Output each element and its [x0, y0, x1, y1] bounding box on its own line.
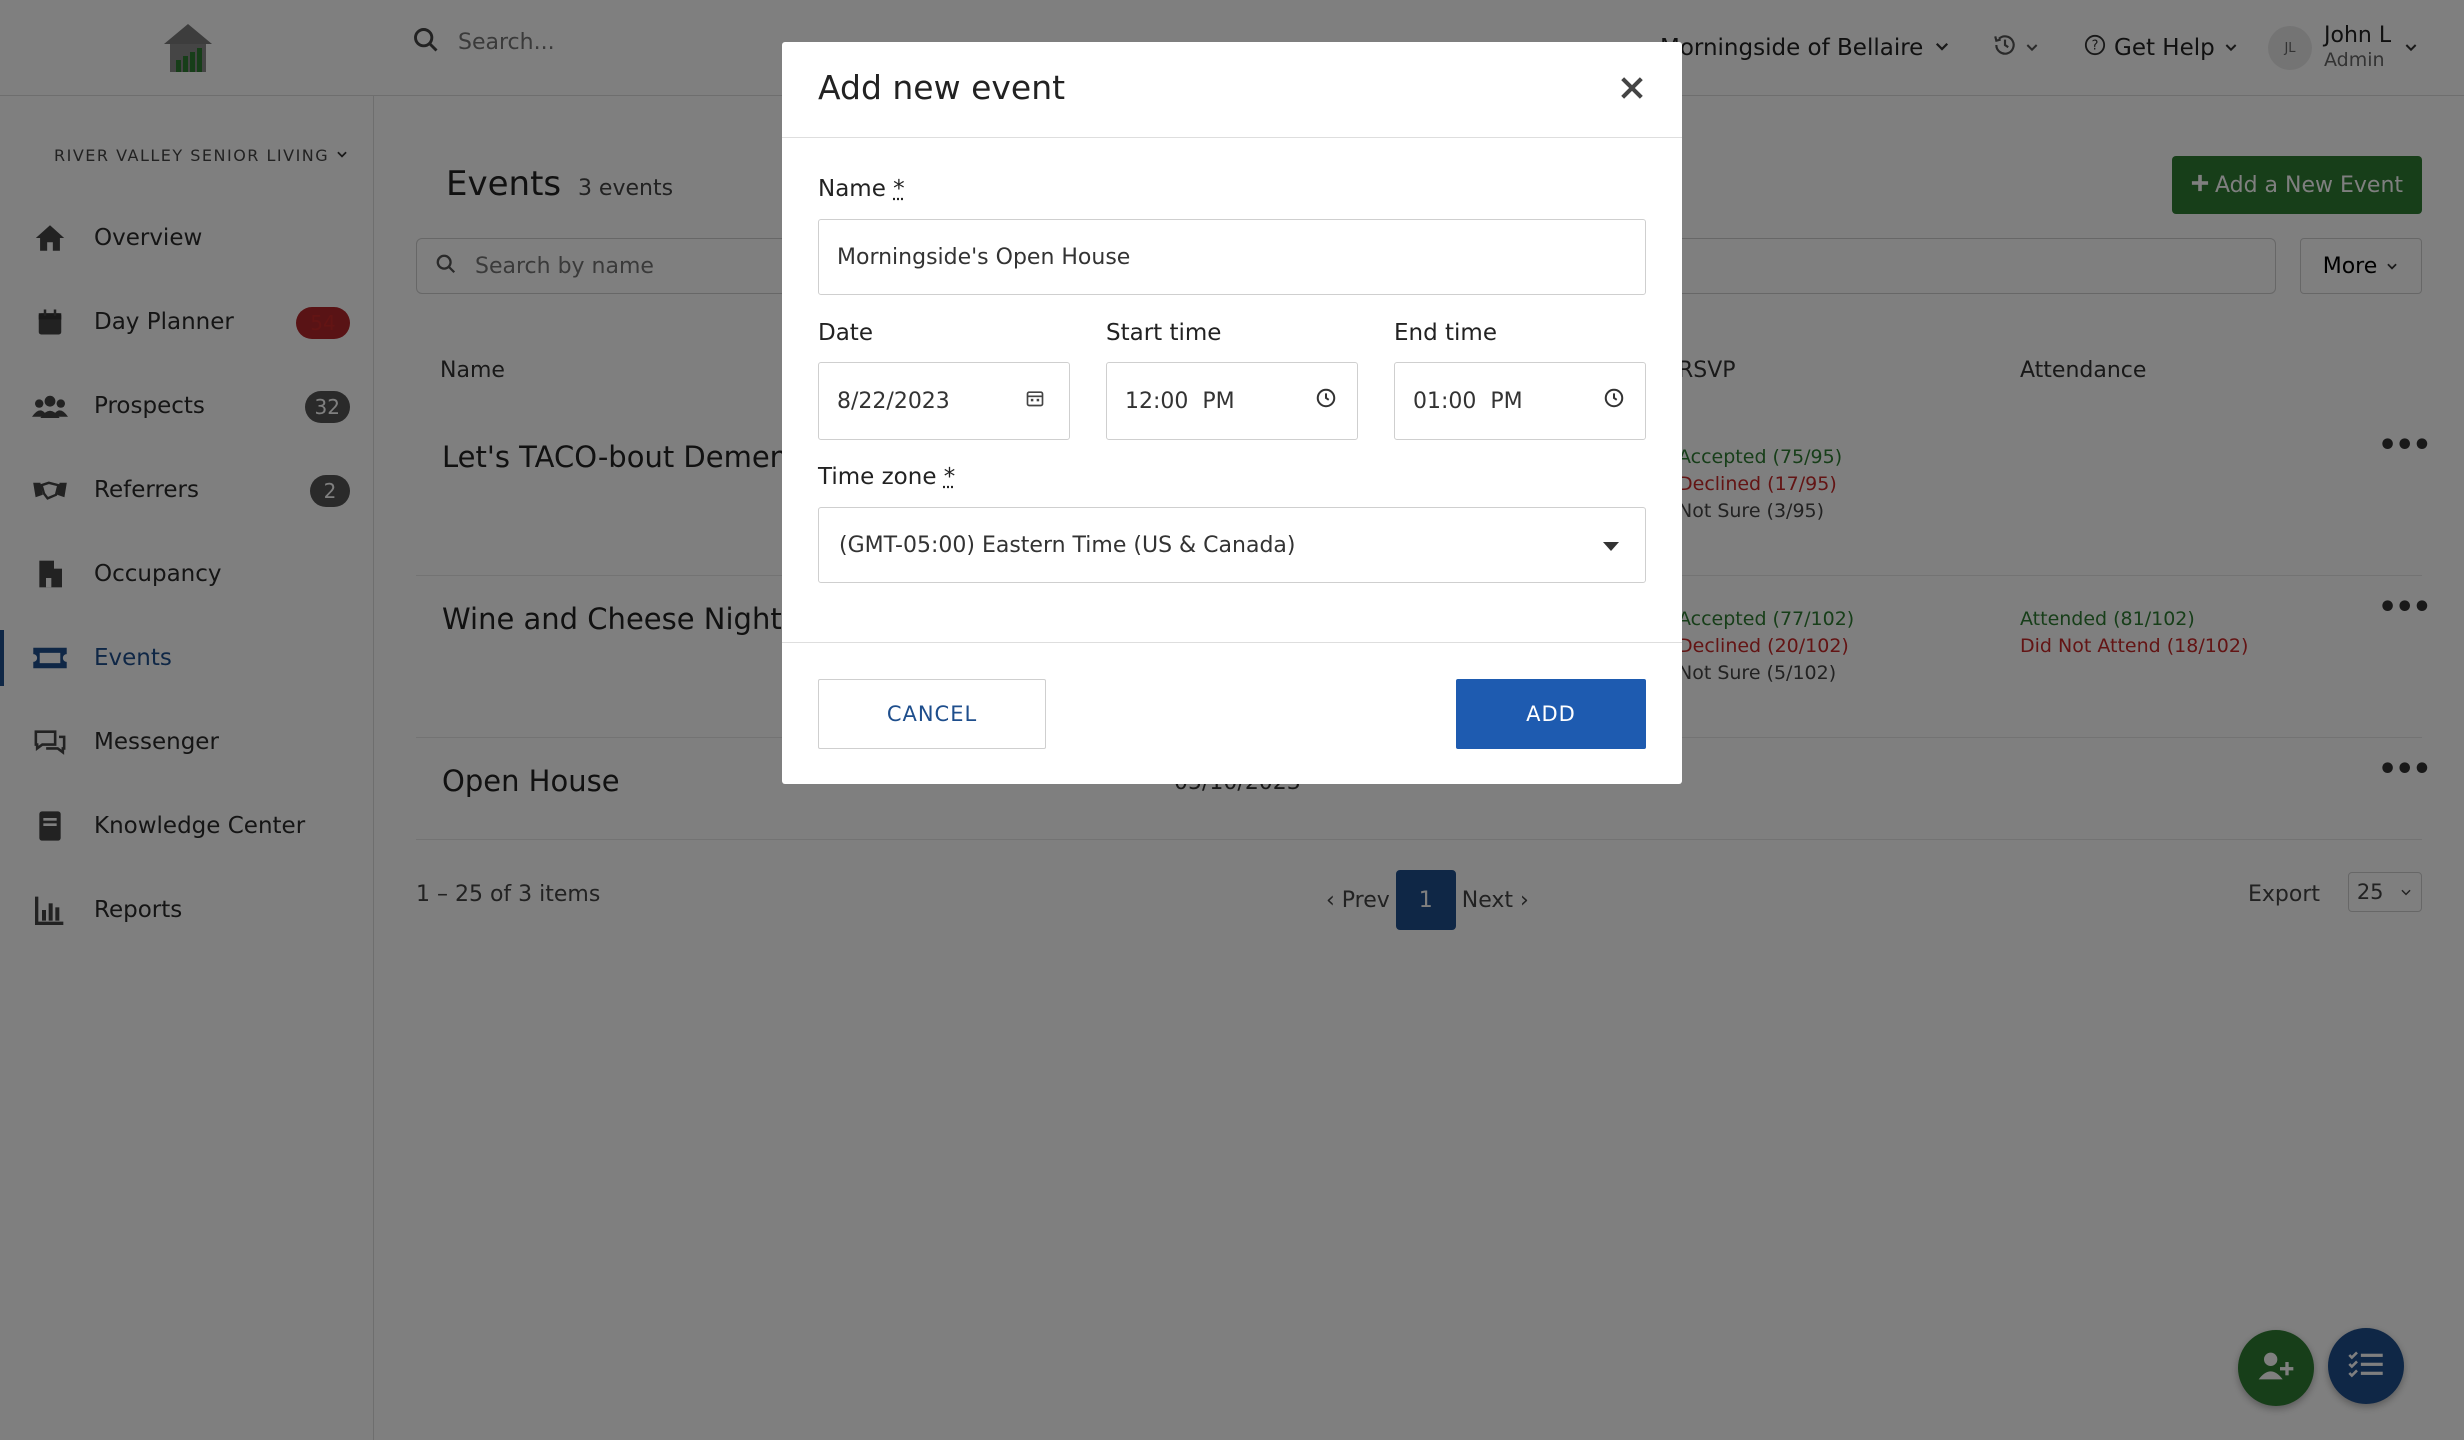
time-zone-select[interactable]: (GMT-05:00) Eastern Time (US & Canada) [818, 507, 1646, 583]
clock-icon[interactable] [1315, 387, 1337, 415]
time-zone-label-text: Time zone [818, 464, 937, 490]
name-label-text: Name [818, 176, 886, 202]
clock-icon[interactable] [1603, 387, 1625, 415]
name-input[interactable] [837, 244, 1627, 270]
name-field[interactable] [818, 219, 1646, 295]
date-value: 8/22/2023 [837, 388, 950, 414]
modal-title: Add new event [818, 68, 1066, 107]
cancel-button[interactable]: CANCEL [818, 679, 1046, 749]
start-time-value: 12:00 PM [1125, 388, 1235, 414]
end-time-value: 01:00 PM [1413, 388, 1523, 414]
start-time-label: Start time [1106, 320, 1222, 346]
add-event-modal: Add new event Name * Date 8/22/2023 Star… [782, 42, 1682, 784]
end-time-label: End time [1394, 320, 1497, 346]
modal-divider [782, 642, 1682, 643]
time-zone-value: (GMT-05:00) Eastern Time (US & Canada) [839, 532, 1296, 558]
time-zone-label: Time zone * [818, 464, 955, 490]
add-button[interactable]: ADD [1456, 679, 1646, 749]
name-label: Name * [818, 176, 905, 202]
end-time-field[interactable]: 01:00 PM [1394, 362, 1646, 440]
modal-header: Add new event [782, 42, 1682, 138]
date-field[interactable]: 8/22/2023 [818, 362, 1070, 440]
date-label: Date [818, 320, 873, 346]
caret-down-icon [1603, 533, 1619, 558]
required-mark: * [943, 464, 956, 490]
close-button[interactable] [1612, 70, 1652, 110]
required-mark: * [893, 176, 905, 202]
start-time-field[interactable]: 12:00 PM [1106, 362, 1358, 440]
calendar-icon[interactable] [1025, 388, 1045, 414]
close-icon [1618, 74, 1646, 106]
